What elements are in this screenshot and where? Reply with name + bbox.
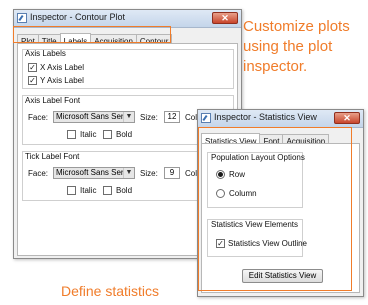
define-statistics-callout: Define statistics — [61, 283, 160, 299]
size-label: Size: — [140, 169, 158, 178]
x-axis-label-checkbox[interactable]: ✓ — [28, 63, 37, 72]
axis-italic-checkbox[interactable] — [67, 130, 76, 139]
bold-label: Bold — [116, 186, 133, 195]
chevron-down-icon: ▼ — [123, 112, 134, 122]
customize-callout: Customize plots using the plot inspector… — [243, 17, 350, 77]
chevron-down-icon: ▼ — [123, 168, 134, 178]
bold-label: Bold — [116, 130, 133, 139]
y-axis-label-text: Y Axis Label — [40, 76, 84, 85]
close-button[interactable]: ✕ — [212, 12, 238, 24]
size-label: Size: — [140, 113, 158, 122]
italic-label: Italic — [80, 130, 97, 139]
axis-labels-group: Axis Labels ✓ X Axis Label ✓ Y Axis Labe… — [22, 49, 234, 89]
tick-font-face-value: Microsoft Sans Serif — [56, 168, 128, 177]
axis-labels-heading: Axis Labels — [25, 49, 66, 58]
inspector-icon — [17, 13, 27, 23]
axis-bold-checkbox[interactable] — [103, 130, 112, 139]
axis-label-font-heading: Axis Label Font — [25, 96, 81, 105]
tick-bold-checkbox[interactable] — [103, 186, 112, 195]
tab-bar-highlight — [13, 26, 171, 43]
face-label: Face: — [28, 113, 49, 122]
tick-italic-checkbox[interactable] — [67, 186, 76, 195]
stats-window-title-bar[interactable]: Inspector - Statistics View ✕ — [198, 110, 363, 128]
callout-line-2: using the plot — [243, 38, 333, 55]
x-axis-label-text: X Axis Label — [40, 63, 85, 72]
callout-line-3: inspector. — [243, 58, 308, 75]
inspector-icon — [201, 113, 211, 123]
close-button[interactable]: ✕ — [334, 112, 360, 124]
face-label: Face: — [28, 169, 49, 178]
callout-line-1: Customize plots — [243, 18, 350, 35]
axis-font-face-select[interactable]: Microsoft Sans Serif ▼ — [53, 111, 135, 123]
axis-font-size-input[interactable]: 12 — [164, 111, 180, 123]
window-title: Inspector - Statistics View — [214, 112, 317, 122]
tick-font-size-input[interactable]: 9 — [164, 167, 180, 179]
y-axis-label-checkbox[interactable]: ✓ — [28, 76, 37, 85]
window-title: Inspector - Contour Plot — [30, 12, 126, 22]
tick-label-font-heading: Tick Label Font — [25, 152, 80, 161]
axis-font-face-value: Microsoft Sans Serif — [56, 112, 128, 121]
tick-font-face-select[interactable]: Microsoft Sans Serif ▼ — [53, 167, 135, 179]
italic-label: Italic — [80, 186, 97, 195]
stats-window-highlight — [198, 127, 352, 291]
